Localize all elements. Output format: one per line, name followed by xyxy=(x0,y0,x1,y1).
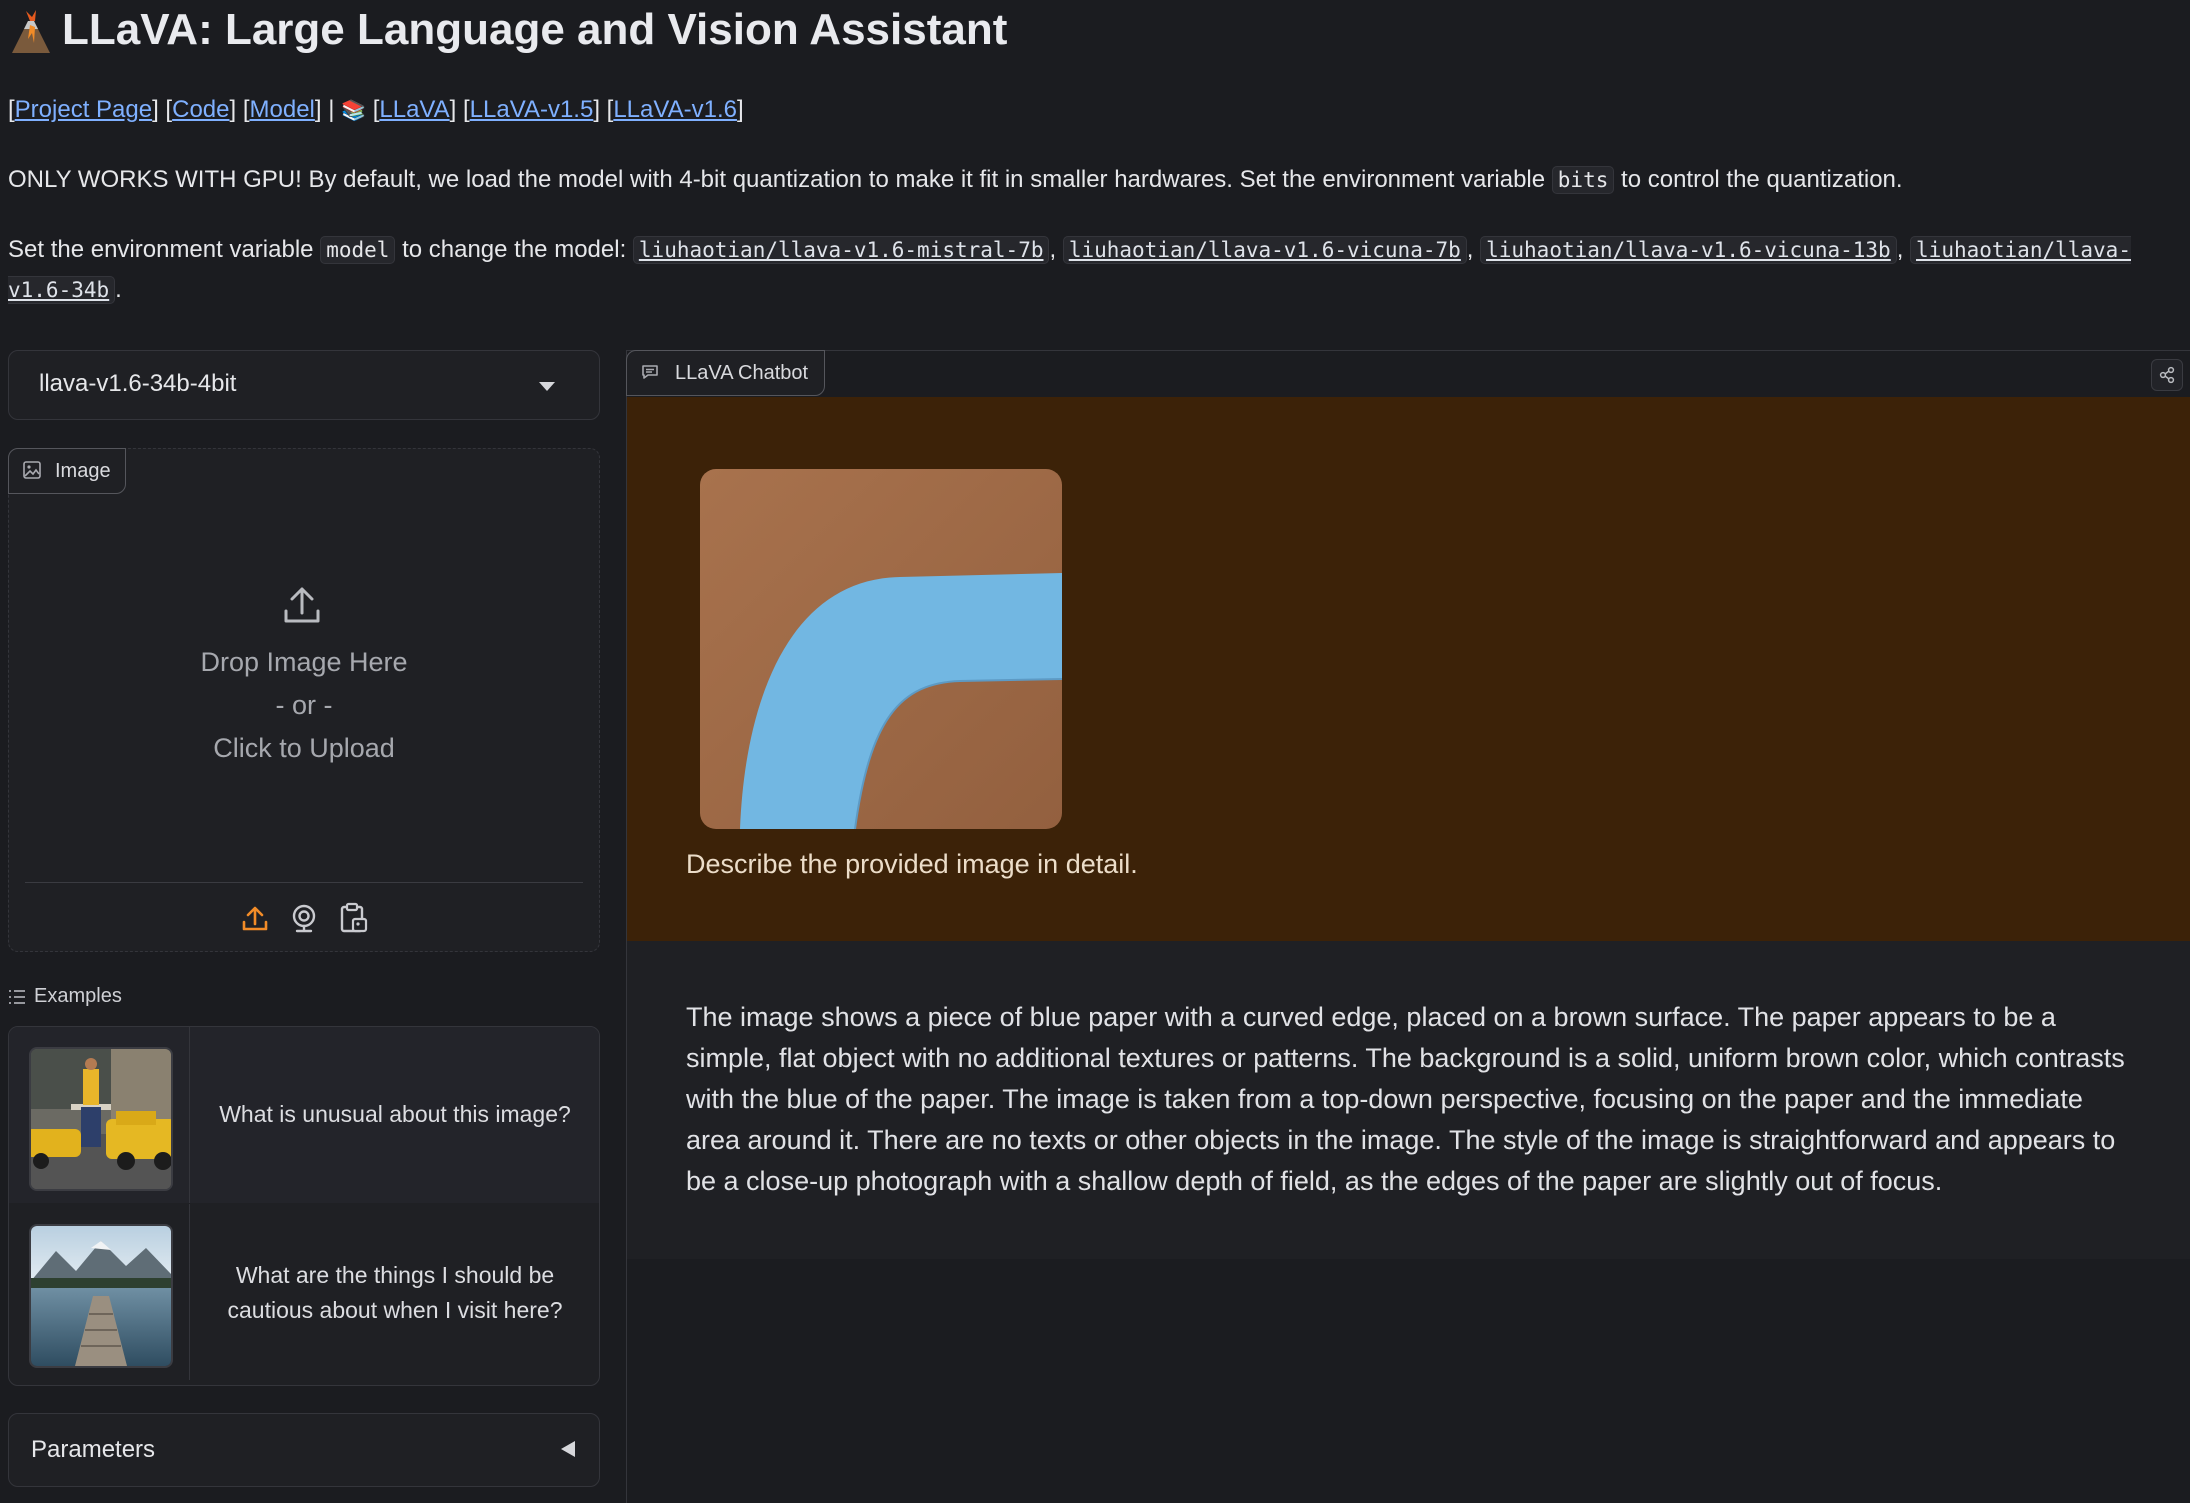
share-button[interactable] xyxy=(2151,359,2183,391)
model-notice-period: . xyxy=(115,276,122,303)
examples-label: Examples xyxy=(8,980,122,1012)
chatbot-panel: LLaVA Chatbot Describe the provided imag… xyxy=(626,350,2190,1503)
taxi-ironing-thumbnail xyxy=(29,1047,173,1191)
page-title: LLaVA: Large Language and Vision Assista… xyxy=(8,0,1007,60)
model-link[interactable]: Model xyxy=(250,96,315,123)
project-page-link[interactable]: Project Page xyxy=(15,96,152,123)
model-link-vicuna-7b[interactable]: liuhaotian/llava-v1.6-vicuna-7b xyxy=(1062,236,1467,264)
chevron-down-icon xyxy=(539,382,555,391)
bot-message: The image shows a piece of blue paper wi… xyxy=(627,941,2190,1259)
llava-v16-link[interactable]: LLaVA-v1.6 xyxy=(613,96,737,123)
divider xyxy=(189,1204,190,1380)
or-text: - or - xyxy=(275,690,333,720)
examples-label-text: Examples xyxy=(34,985,122,1007)
example-text: What is unusual about this image? xyxy=(219,1101,571,1127)
bits-code: bits xyxy=(1551,166,1615,194)
model-dropdown[interactable]: llava-v1.6-34b-4bit xyxy=(8,350,600,420)
model-name: liuhaotian/llava-v1.6-mistral-7b xyxy=(632,236,1050,264)
code-link[interactable]: Code xyxy=(172,96,229,123)
gpu-notice-text: ONLY WORKS WITH GPU! By default, we load… xyxy=(8,166,1546,193)
volcano-icon xyxy=(12,10,50,54)
user-message: Describe the provided image in detail. xyxy=(627,397,2190,941)
divider xyxy=(25,882,583,883)
parameters-label: Parameters xyxy=(31,1436,156,1463)
example-text: What are the things I should be cautious… xyxy=(227,1262,563,1323)
image-upload-area[interactable]: Image Drop Image Here - or - Click to Up… xyxy=(8,448,600,952)
model-name: liuhaotian/llava-v1.6-vicuna-7b xyxy=(1062,236,1467,264)
image-icon xyxy=(23,461,41,479)
divider xyxy=(189,1027,190,1203)
example-row[interactable]: What are the things I should be cautious… xyxy=(9,1204,599,1380)
model-dropdown-value: llava-v1.6-34b-4bit xyxy=(39,370,237,397)
books-icon: 📚 xyxy=(341,100,367,122)
llava-v15-link[interactable]: LLaVA-v1.5 xyxy=(470,96,594,123)
model-link-vicuna-13b[interactable]: liuhaotian/llava-v1.6-vicuna-13b xyxy=(1480,236,1897,264)
model-name: liuhaotian/llava-v1.6-vicuna-13b xyxy=(1480,236,1897,264)
model-notice-text-end: to change the model: xyxy=(402,236,627,263)
link-bar: [Project Page] [Code] [Model] | 📚 [LLaVA… xyxy=(8,96,744,123)
model-link-mistral-7b[interactable]: liuhaotian/llava-v1.6-mistral-7b xyxy=(632,236,1050,264)
webcam-icon[interactable] xyxy=(288,902,320,934)
chat-icon xyxy=(642,365,658,379)
clipboard-icon[interactable] xyxy=(337,902,369,934)
llava-link[interactable]: LLaVA xyxy=(379,96,449,123)
list-icon xyxy=(9,989,25,1004)
image-label-text: Image xyxy=(55,460,111,482)
gpu-notice: ONLY WORKS WITH GPU! By default, we load… xyxy=(8,160,1903,200)
image-label: Image xyxy=(8,448,126,494)
collapse-triangle-icon xyxy=(561,1441,575,1457)
lake-dock-thumbnail xyxy=(29,1224,173,1368)
upload-icon[interactable] xyxy=(239,902,271,934)
uploaded-image xyxy=(700,469,1062,829)
bot-message-text: The image shows a piece of blue paper wi… xyxy=(686,1002,2125,1196)
upload-icon xyxy=(284,587,320,623)
model-notice-text: Set the environment variable xyxy=(8,236,314,263)
chatbot-label: LLaVA Chatbot xyxy=(626,350,826,396)
parameters-accordion[interactable]: Parameters xyxy=(8,1413,600,1487)
llava-demo-page: LLaVA: Large Language and Vision Assista… xyxy=(0,0,2190,1503)
drop-image-text: Drop Image Here xyxy=(200,647,408,677)
page-title-text: LLaVA: Large Language and Vision Assista… xyxy=(62,5,1008,54)
user-message-text: Describe the provided image in detail. xyxy=(686,849,1138,879)
link-separator: | xyxy=(328,96,335,123)
example-row[interactable]: What is unusual about this image? xyxy=(9,1027,599,1203)
gpu-notice-text-end: to control the quantization. xyxy=(1621,166,1903,193)
click-to-upload-text: Click to Upload xyxy=(213,733,395,763)
chatbot-label-text: LLaVA Chatbot xyxy=(675,362,809,384)
model-notice: Set the environment variable model to ch… xyxy=(8,236,2131,304)
share-icon xyxy=(2159,366,2175,384)
model-code: model xyxy=(320,236,396,264)
examples-table: What is unusual about this image? What a… xyxy=(8,1026,600,1386)
